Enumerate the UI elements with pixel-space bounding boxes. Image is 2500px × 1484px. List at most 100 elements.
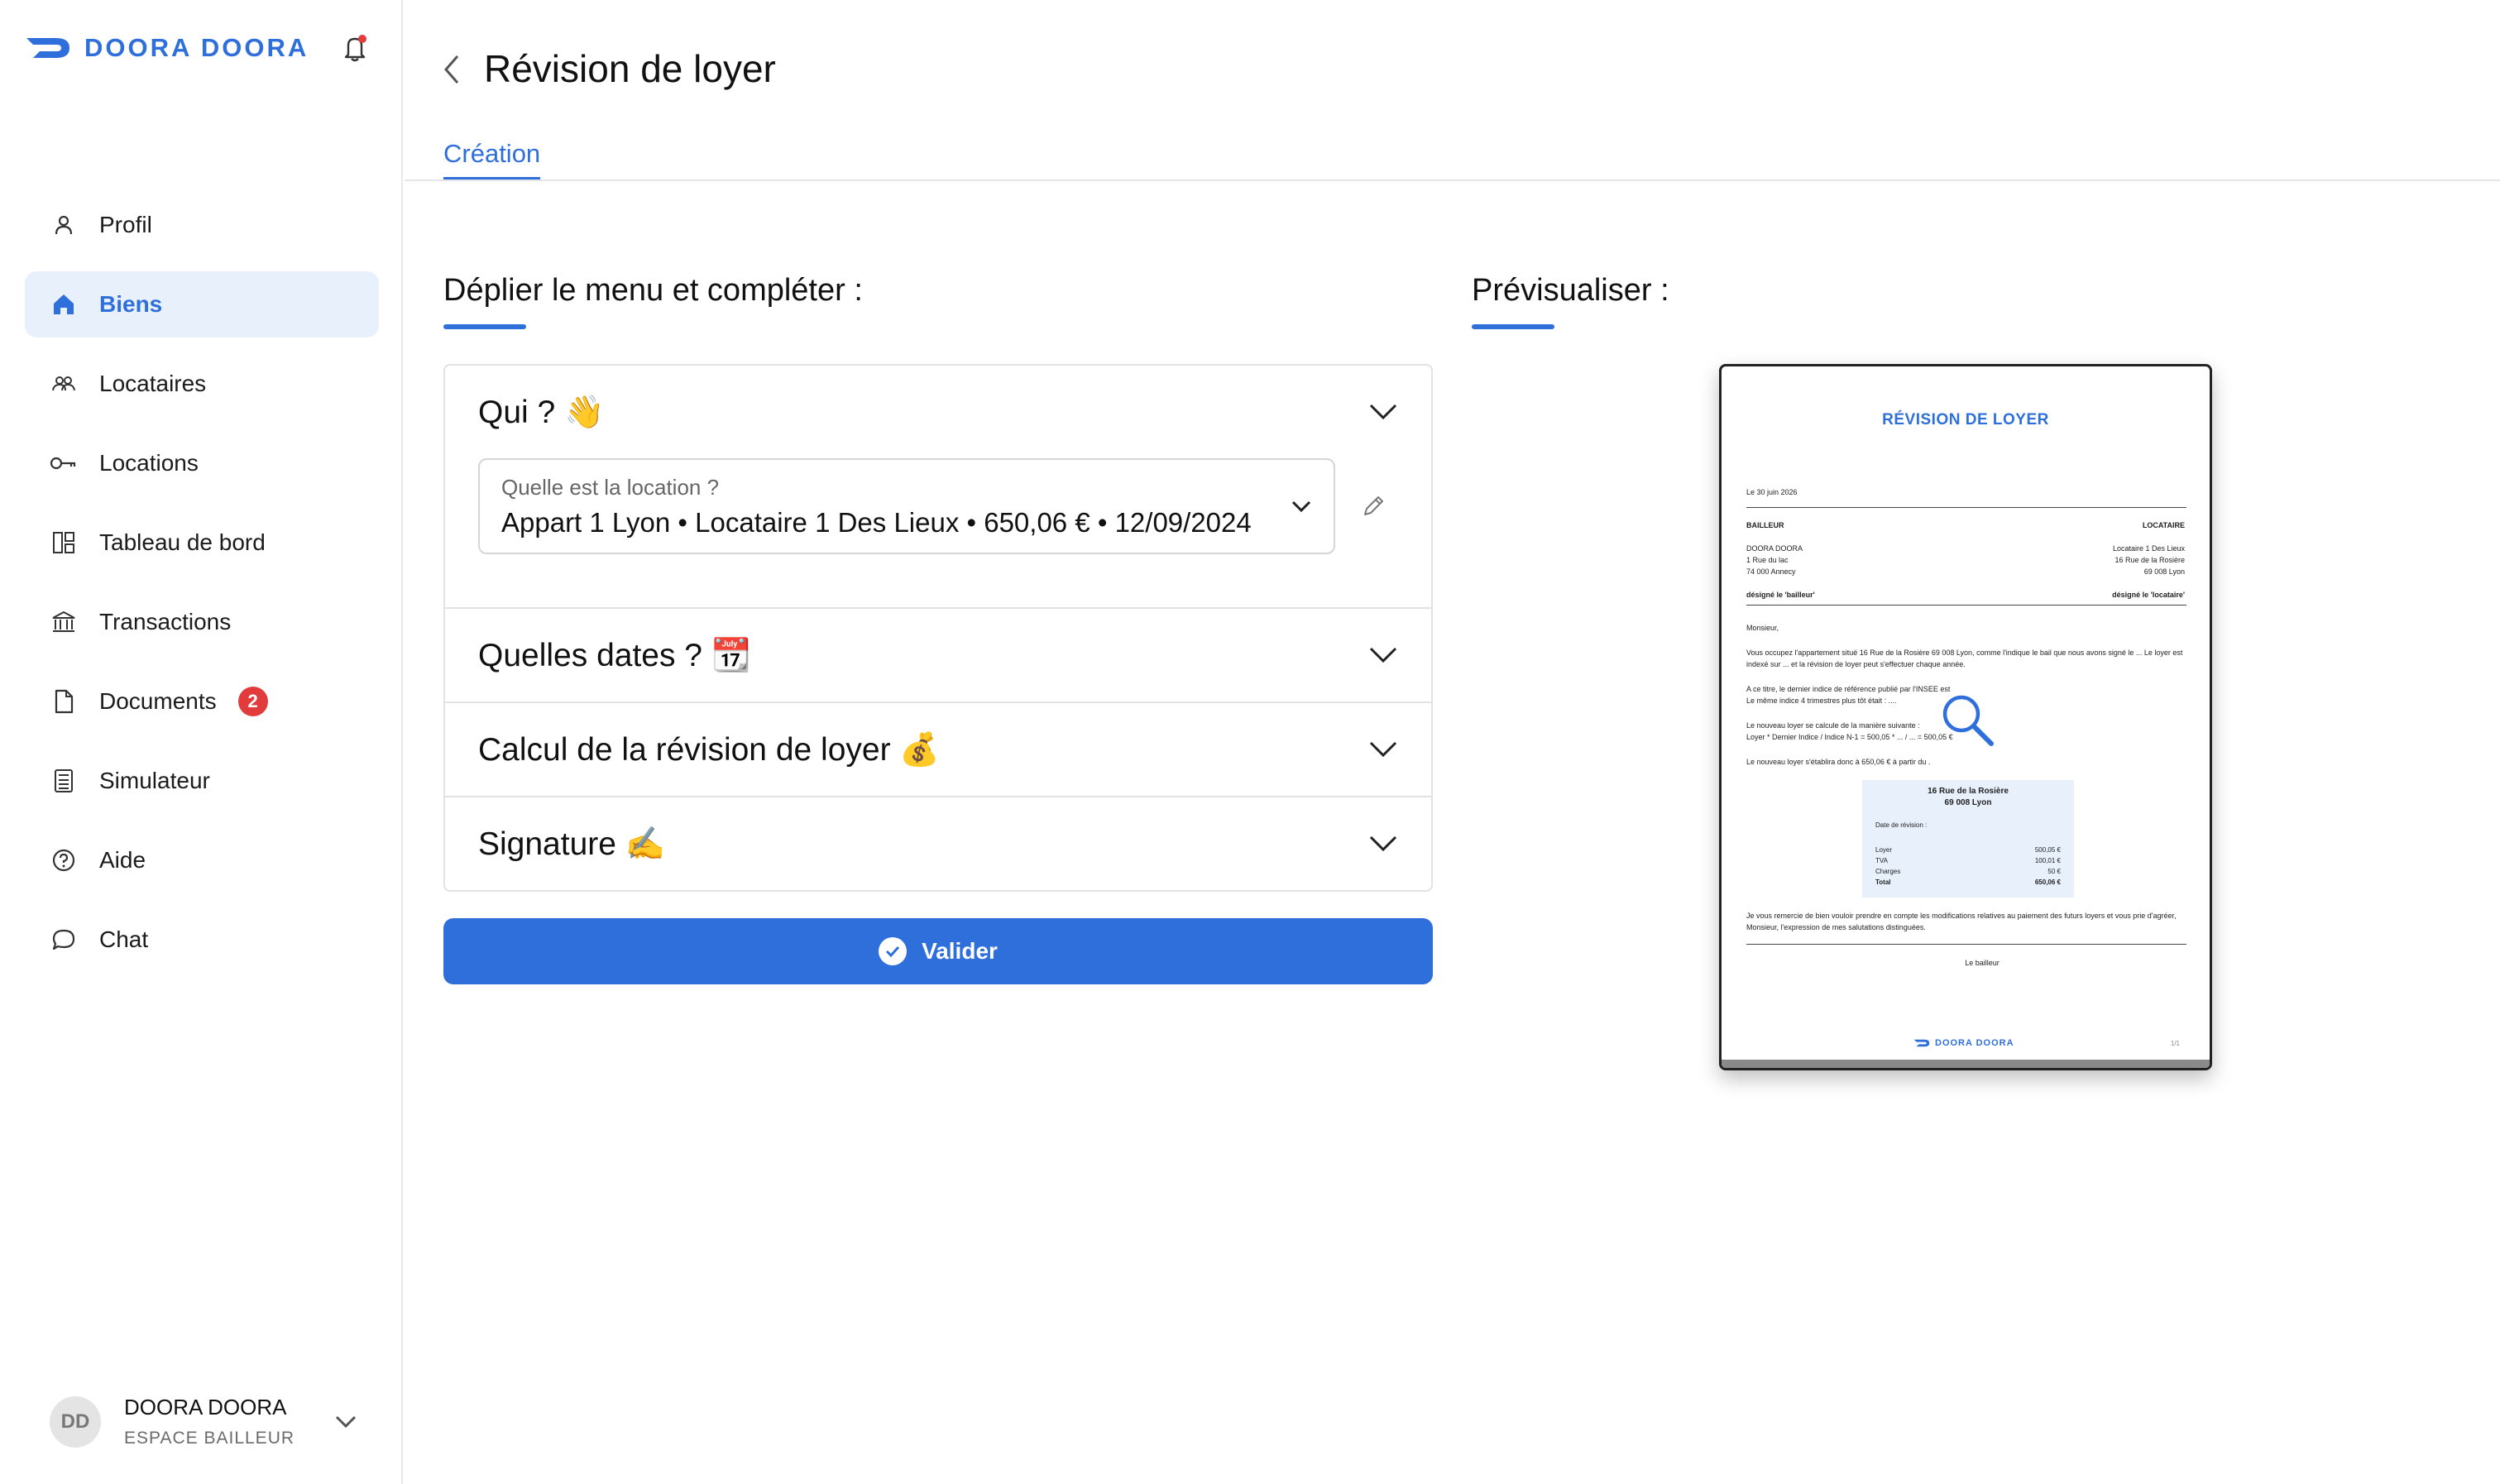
sidebar-item-aide[interactable]: Aide: [25, 827, 379, 893]
doc-paragraph: Le même indice 4 trimestres plus tôt éta…: [1746, 697, 1897, 705]
accordion-title: Signature ✍️: [478, 826, 666, 862]
users-icon: [50, 370, 78, 398]
doc-box-row-value: 500,05 €: [2034, 846, 2061, 854]
doc-box-row-label: Total: [1875, 878, 1891, 886]
doc-divider: [1746, 507, 2186, 508]
chevron-down-icon[interactable]: [334, 1415, 357, 1429]
notification-bell-icon[interactable]: [341, 33, 369, 63]
accordion-title: Qui ? 👋: [478, 395, 605, 430]
sidebar-item-label: Chat: [99, 926, 149, 952]
sidebar-item-profil[interactable]: Profil: [25, 192, 379, 258]
doc-paragraph: Vous occupez l'appartement situé 16 Rue …: [1746, 649, 2183, 657]
doc-box-date-label: Date de révision :: [1875, 821, 1928, 829]
pencil-edit-icon[interactable]: [1360, 493, 1386, 519]
doc-paragraph: indexé sur ... et la révision de loyer p…: [1746, 660, 1966, 668]
sidebar-item-transactions[interactable]: Transactions: [25, 589, 379, 655]
key-icon: [50, 449, 78, 477]
page-title: Révision de loyer: [484, 47, 776, 90]
chevron-down-icon[interactable]: [1368, 645, 1398, 665]
accordion-header-qui[interactable]: Qui ? 👋: [445, 366, 1431, 458]
doc-closing: Monsieur, l'expression de mes salutation…: [1746, 923, 1926, 931]
doc-box-city: 69 008 Lyon: [1944, 798, 1992, 807]
doc-paragraph: Le nouveau loyer s'établira donc à 650,0…: [1746, 758, 1931, 766]
user-name: DOORA DOORA: [124, 1395, 287, 1419]
doc-summary-box: 16 Rue de la Rosière 69 008 Lyon Date de…: [1862, 780, 2074, 898]
sidebar-item-label: Simulateur: [99, 768, 210, 793]
document-preview[interactable]: RÉVISION DE LOYER Le 30 juin 2026 BAILLE…: [1719, 364, 2212, 1070]
sidebar-item-locataires[interactable]: Locataires: [25, 351, 379, 417]
doc-box-row-label: Charges: [1875, 868, 1901, 875]
location-select[interactable]: Quelle est la location ? Appart 1 Lyon •…: [478, 458, 1335, 554]
magnifier-zoom-icon[interactable]: [1938, 691, 1998, 750]
avatar: DD: [50, 1395, 101, 1448]
main-content: Révision de loyer Création Déplier le me…: [405, 0, 2500, 1484]
doc-divider: [1746, 944, 2186, 945]
doc-locataire-label: LOCATAIRE: [2142, 521, 2185, 529]
doc-date: Le 30 juin 2026: [1746, 488, 1798, 496]
sidebar-item-label: Transactions: [99, 609, 232, 634]
sidebar-item-label: Biens: [99, 291, 163, 317]
doc-locataire-line: 16 Rue de la Rosière: [2114, 556, 2185, 564]
accordion-qui: Qui ? 👋 Quelle est la location ? Appart …: [445, 366, 1431, 609]
user-menu[interactable]: DD DOORA DOORA ESPACE BAILLEUR: [50, 1395, 357, 1448]
sidebar-item-label: Locations: [99, 450, 199, 476]
chevron-down-icon[interactable]: [1291, 500, 1312, 515]
accordion-header-signature[interactable]: Signature ✍️: [445, 797, 1431, 890]
doora-logo-icon: [26, 38, 69, 58]
accordion-body-qui: Quelle est la location ? Appart 1 Lyon •…: [445, 458, 1431, 607]
accordion-signature: Signature ✍️: [445, 797, 1431, 890]
doc-bailleur-label: BAILLEUR: [1746, 521, 1784, 529]
sidebar-item-documents[interactable]: Documents 2: [25, 668, 379, 735]
form-section-title: Déplier le menu et compléter :: [443, 273, 863, 308]
bank-icon: [50, 608, 78, 636]
preview-section-title: Prévisualiser :: [1472, 273, 1669, 308]
doc-box-row-label: TVA: [1875, 857, 1888, 864]
user-icon: [50, 211, 78, 239]
section-underline: [443, 324, 526, 329]
accordion-header-dates[interactable]: Quelles dates ? 📆: [445, 609, 1431, 701]
sidebar-item-tableau-de-bord[interactable]: Tableau de bord: [25, 510, 379, 576]
tab-creation[interactable]: Création: [443, 139, 541, 180]
doc-signature: Le bailleur: [1965, 959, 2000, 967]
dashboard-icon: [50, 529, 78, 557]
tabs-divider: [405, 180, 2500, 181]
accordion-header-calcul[interactable]: Calcul de la révision de loyer 💰: [445, 703, 1431, 796]
sidebar-item-label: Documents: [99, 688, 217, 714]
chevron-down-icon[interactable]: [1368, 740, 1398, 759]
location-select-value: Appart 1 Lyon • Locataire 1 Des Lieux • …: [501, 507, 1252, 538]
doc-bailleur-designation: désigné le 'bailleur': [1746, 591, 1815, 599]
chat-icon: [50, 926, 78, 954]
help-icon: [50, 846, 78, 874]
accordion-calcul: Calcul de la révision de loyer 💰: [445, 703, 1431, 797]
back-arrow-icon[interactable]: [438, 53, 466, 86]
document-icon: [50, 687, 78, 716]
sidebar-item-label: Tableau de bord: [99, 529, 266, 555]
sidebar-item-biens[interactable]: Biens: [25, 271, 379, 337]
sidebar-item-simulateur[interactable]: Simulateur: [25, 748, 379, 814]
brand-name: DOORA DOORA: [84, 33, 309, 62]
chevron-down-icon[interactable]: [1368, 402, 1398, 422]
section-underline: [1472, 324, 1554, 329]
doc-title: RÉVISION DE LOYER: [1882, 411, 2049, 428]
valider-button[interactable]: Valider: [443, 918, 1433, 984]
sidebar-item-label: Locataires: [99, 371, 207, 396]
notification-count-badge: 2: [237, 687, 268, 716]
check-circle-icon: [879, 937, 908, 965]
accordion-dates: Quelles dates ? 📆: [445, 609, 1431, 703]
doc-salutation: Monsieur,: [1746, 624, 1779, 632]
sidebar: DOORA DOORA Profil Biens Locataires Loca…: [0, 0, 403, 1484]
chevron-down-icon[interactable]: [1368, 834, 1398, 854]
sidebar-item-locations[interactable]: Locations: [25, 430, 379, 496]
brand-logo[interactable]: DOORA DOORA: [25, 33, 309, 63]
sidebar-item-label: Aide: [99, 847, 146, 873]
preview-bottom-bar: [1722, 1060, 2210, 1068]
doc-box-row-label: Loyer: [1875, 846, 1893, 854]
doc-bailleur-line: DOORA DOORA: [1746, 544, 1803, 553]
document-page: RÉVISION DE LOYER Le 30 juin 2026 BAILLE…: [1722, 366, 2210, 1068]
doora-logo-icon: [1913, 1039, 1930, 1047]
doc-bailleur-line: 1 Rue du lac: [1746, 556, 1789, 564]
sidebar-item-chat[interactable]: Chat: [25, 907, 379, 973]
doc-page-number: 1/1: [2170, 1040, 2180, 1047]
sidebar-nav: Profil Biens Locataires Locations Tablea…: [25, 192, 379, 986]
valider-label: Valider: [922, 938, 998, 964]
